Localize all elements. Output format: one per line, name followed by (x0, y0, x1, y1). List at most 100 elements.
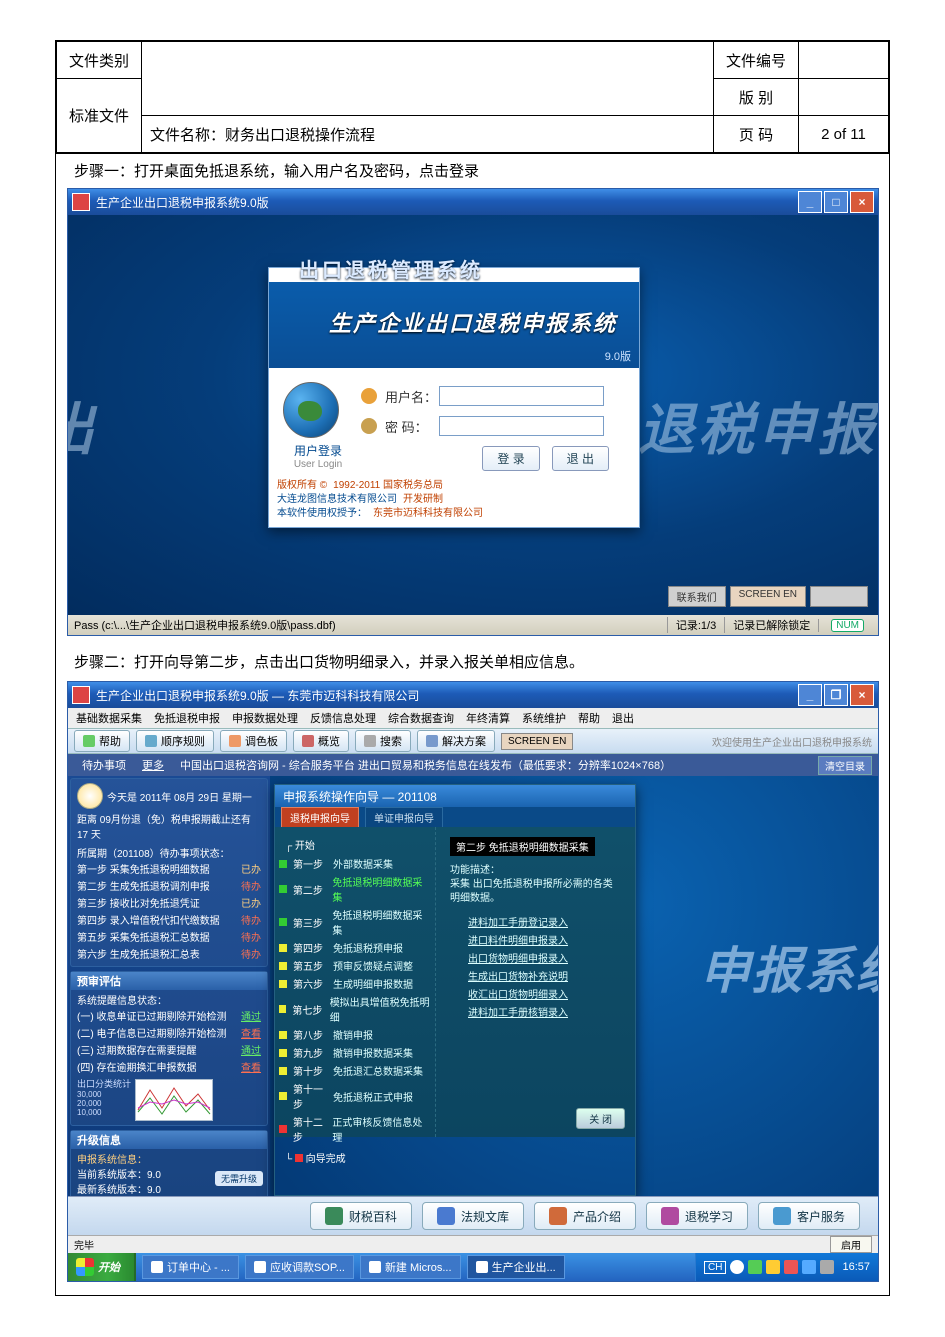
sidebar-step[interactable]: 第二步 生成免抵退税调剂申报待办 (77, 877, 261, 894)
tray-icon[interactable] (748, 1260, 762, 1274)
wizard-step[interactable]: 第四步免抵退税预申报 (279, 940, 431, 955)
tb-search[interactable]: 搜索 (355, 730, 411, 752)
alert-item[interactable]: (一) 收息单证已过期剔除开始检测通过 (77, 1007, 261, 1024)
sidebar-step[interactable]: 第三步 接收比对免抵退凭证已办 (77, 894, 261, 911)
taskbar-item[interactable]: 新建 Micros... (360, 1255, 461, 1279)
taskbar-item[interactable]: 应收调款SOP... (245, 1255, 354, 1279)
start-button[interactable]: 开始 (68, 1253, 136, 1281)
minimize-button[interactable]: _ (798, 684, 822, 706)
wizard-step[interactable]: 第六步生成明细申报数据 (279, 976, 431, 991)
alert-item[interactable]: (四) 存在逾期换汇申报数据查看 (77, 1058, 261, 1075)
taskbar-app-icon (369, 1261, 381, 1273)
close-button[interactable]: × (850, 684, 874, 706)
todo-label[interactable]: 待办事项 (74, 757, 134, 773)
wizard-step[interactable]: 第七步模拟出具增值税免抵明细 (279, 994, 431, 1024)
wizard-step[interactable]: 第一步外部数据采集 (279, 856, 431, 871)
tb-order[interactable]: 顺序规则 (136, 730, 214, 752)
contact-badge[interactable]: 联系我们 (668, 586, 726, 607)
ribbon-button[interactable]: 客户服务 (758, 1202, 860, 1230)
status-toggle[interactable]: 启用 (830, 1236, 872, 1253)
menu-item[interactable]: 申报数据处理 (232, 710, 298, 726)
login-button[interactable]: 登 录 (482, 446, 539, 471)
menu-item[interactable]: 系统维护 (522, 710, 566, 726)
wizard-step[interactable]: 第二步免抵退税明细数据采集 (279, 874, 431, 904)
menu-item[interactable]: 年终清算 (466, 710, 510, 726)
taskbar-item[interactable]: 生产企业出... (467, 1255, 565, 1279)
step-status-icon (279, 918, 287, 926)
ribbon-button[interactable]: 产品介绍 (534, 1202, 636, 1230)
status-done: 完毕 (74, 1237, 94, 1252)
wizard-action-link[interactable]: 收汇出口货物明细录入 (468, 986, 623, 1001)
menu-item[interactable]: 综合数据查询 (388, 710, 454, 726)
menu-item[interactable]: 退出 (612, 710, 634, 726)
label-number: 文件编号 (714, 42, 799, 79)
sidebar-step[interactable]: 第一步 采集免抵退税明细数据已办 (77, 860, 261, 877)
label-page: 页 码 (714, 116, 799, 153)
wizard-step[interactable]: 第八步撤销申报 (279, 1027, 431, 1042)
alert-item[interactable]: (二) 电子信息已过期剔除开始检测查看 (77, 1024, 261, 1041)
taskbar-item[interactable]: 订单中心 - ... (142, 1255, 239, 1279)
close-button[interactable]: × (850, 191, 874, 213)
sidebar-step[interactable]: 第六步 生成免抵退税汇总表待办 (77, 945, 261, 962)
alert-item[interactable]: (三) 过期数据存在需要提醒通过 (77, 1041, 261, 1058)
wizard-action-link[interactable]: 生成出口货物补充说明 (468, 968, 623, 983)
minimize-button[interactable]: _ (798, 191, 822, 213)
exit-button[interactable]: 退 出 (552, 446, 609, 471)
tb-solve[interactable]: 解决方案 (417, 730, 495, 752)
more-link[interactable]: 更多 (134, 757, 172, 773)
wizard-tab-refund[interactable]: 退税申报向导 (281, 807, 359, 828)
page-number: 2 of 11 (799, 116, 889, 153)
panel-title: 生产企业出口退税申报系统 (329, 306, 617, 338)
ribbon-button[interactable]: 法规文库 (422, 1202, 524, 1230)
ribbon-button[interactable]: 退税学习 (646, 1202, 748, 1230)
window-titlebar[interactable]: 生产企业出口退税申报系统9.0版 — 东莞市迈科科技有限公司 _ ❐ × (68, 682, 878, 708)
username-input[interactable] (439, 386, 604, 406)
wizard-action-link[interactable]: 进料加工手册登记录入 (468, 914, 623, 929)
menu-item[interactable]: 基础数据采集 (76, 710, 142, 726)
wizard-dialog: 申报系统操作向导 — 201108 退税申报向导 单证申报向导 ┌ 开始 第一步… (274, 784, 636, 1196)
wizard-step[interactable]: 第三步免抵退税明细数据采集 (279, 907, 431, 937)
ribbon-button[interactable]: 财税百科 (310, 1202, 412, 1230)
label-version: 版 别 (714, 79, 799, 116)
wizard-title[interactable]: 申报系统操作向导 — 201108 (275, 785, 635, 807)
tray-icon[interactable] (766, 1260, 780, 1274)
system-tray[interactable]: CH 16:57 (695, 1253, 878, 1281)
wizard-action-link[interactable]: 进料加工手册核销录入 (468, 1004, 623, 1019)
menubar[interactable]: 基础数据采集免抵退税申报申报数据处理反馈信息处理综合数据查询年终清算系统维护帮助… (68, 708, 878, 728)
tb-help[interactable]: 帮助 (74, 730, 130, 752)
copyright-block: 版权所有 ©1992-2011 国家税务总局 大连龙图信息技术有限公司开发研制 … (269, 477, 639, 527)
menu-item[interactable]: 免抵退税申报 (154, 710, 220, 726)
tb-palette[interactable]: 调色板 (220, 730, 287, 752)
tray-icon[interactable] (820, 1260, 834, 1274)
wizard-action-link[interactable]: 出口货物明细申报录入 (468, 950, 623, 965)
tray-icon[interactable] (802, 1260, 816, 1274)
wizard-action-link[interactable]: 进口料件明细申报录入 (468, 932, 623, 947)
panel-version: 9.0版 (605, 348, 631, 364)
left-sidebar: 今天是 2011年 08月 29日 星期一 距离 09月份退（免）税申报期截止还… (68, 776, 270, 1196)
sidebar-step[interactable]: 第五步 采集免抵退税汇总数据待办 (77, 928, 261, 945)
wizard-step[interactable]: 第十一步免抵退税正式申报 (279, 1081, 431, 1111)
menu-item[interactable]: 帮助 (578, 710, 600, 726)
wizard-step[interactable]: 第九步撤销申报数据采集 (279, 1045, 431, 1060)
wizard-tab-doc[interactable]: 单证申报向导 (365, 807, 443, 828)
lang-indicator[interactable]: CH (704, 1261, 726, 1274)
clear-button[interactable]: 清空目录 (818, 756, 872, 775)
wizard-step[interactable]: 第十步免抵退汇总数据采集 (279, 1063, 431, 1078)
maximize-button[interactable]: □ (824, 191, 848, 213)
tb-overview[interactable]: 概览 (293, 730, 349, 752)
taskbar-app-icon (254, 1261, 266, 1273)
wizard-step[interactable]: 第五步预审反馈疑点调整 (279, 958, 431, 973)
step-status-icon (279, 962, 287, 970)
password-input[interactable] (439, 416, 604, 436)
tray-icon[interactable] (730, 1260, 744, 1274)
window-titlebar[interactable]: 生产企业出口退税申报系统9.0版 _ □ × (68, 189, 878, 215)
wizard-step[interactable]: 第十二步正式审核反馈信息处理 (279, 1114, 431, 1144)
wizard-hint-label: 功能描述： (450, 865, 500, 876)
wizard-close-button[interactable]: 关 闭 (576, 1108, 625, 1129)
username-label: 用户名： (385, 387, 439, 406)
menu-item[interactable]: 反馈信息处理 (310, 710, 376, 726)
restore-button[interactable]: ❐ (824, 684, 848, 706)
tray-icon[interactable] (784, 1260, 798, 1274)
sidebar-step[interactable]: 第四步 录入增值税代扣代缴数据待办 (77, 911, 261, 928)
user-icon (361, 388, 377, 404)
